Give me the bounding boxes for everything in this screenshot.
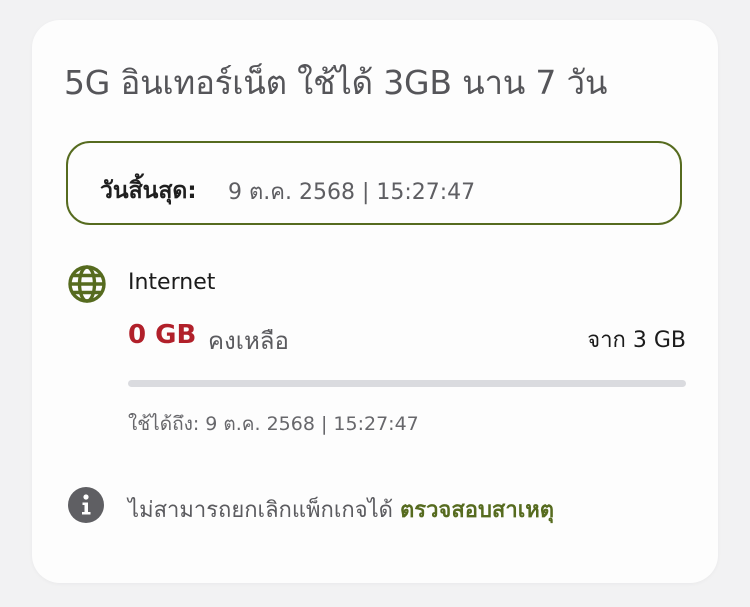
expiry-label: วันสิ้นสุด: xyxy=(100,178,197,204)
check-reason-link[interactable]: ตรวจสอบสาเหตุ xyxy=(400,498,554,523)
usage-progress-bar xyxy=(128,380,686,387)
remaining-label: คงเหลือ xyxy=(208,327,289,355)
remaining-value: 0 GB xyxy=(128,320,197,350)
total-quota: จาก 3 GB xyxy=(587,328,686,353)
notice-text: ไม่สามารถยกเลิกแพ็กเกจได้ xyxy=(128,498,393,523)
service-name: Internet xyxy=(128,270,216,295)
globe-icon xyxy=(68,265,106,303)
info-icon xyxy=(68,487,104,523)
expiry-value: 9 ต.ค. 2568 | 15:27:47 xyxy=(228,180,476,205)
notice: ไม่สามารถยกเลิกแพ็กเกจได้ ตรวจสอบสาเหตุ xyxy=(128,492,554,527)
expiry-box: วันสิ้นสุด: 9 ต.ค. 2568 | 15:27:47 xyxy=(66,141,682,225)
package-card: 5G อินเทอร์เน็ต ใช้ได้ 3GB นาน 7 วัน วัน… xyxy=(32,20,718,583)
package-title: 5G อินเทอร์เน็ต ใช้ได้ 3GB นาน 7 วัน xyxy=(64,63,608,102)
used-until: ใช้ได้ถึง: 9 ต.ค. 2568 | 15:27:47 xyxy=(128,413,419,435)
